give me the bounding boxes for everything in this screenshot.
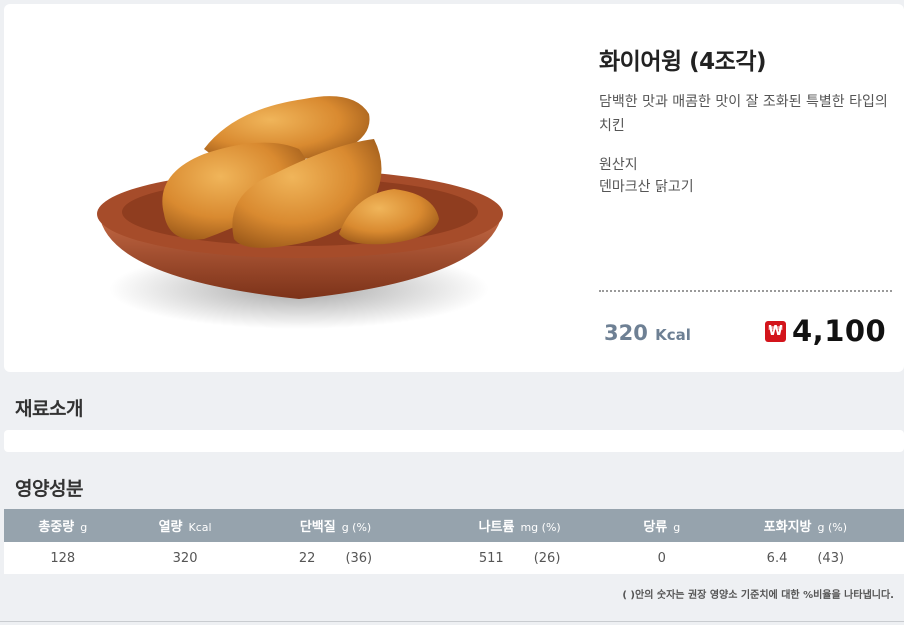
price-value: 4,100	[792, 314, 887, 348]
dotted-divider	[599, 290, 892, 292]
product-card: 화이어윙 (4조각) 담백한 맛과 매콤한 맛이 잘 조화된 특별한 타입의 치…	[4, 4, 904, 372]
kcal-unit: Kcal	[655, 326, 691, 344]
nutrition-value-row: 128 320 22 (36) 511 (26) 0 6.4 (43)	[4, 542, 904, 574]
header-sodium: 나트륨 mg (%)	[478, 520, 561, 535]
nutrition-title: 영양성분	[15, 478, 83, 500]
value-weight: 128	[50, 550, 76, 566]
bottom-divider	[0, 621, 904, 622]
header-weight: 총중량 g	[38, 520, 88, 535]
product-image	[97, 96, 503, 329]
value-sodium: 511 (26)	[478, 550, 561, 566]
origin-value: 덴마크산 닭고기	[599, 179, 694, 195]
nutrition-header-row: 총중량 g 열량 Kcal 단백질 g (%) 나트륨 mg (%) 당류 g 포화지방 g…	[4, 509, 904, 542]
won-icon: ₩	[765, 320, 786, 342]
header-calories: 열량 Kcal	[158, 520, 212, 535]
value-sugar: 0	[657, 550, 666, 566]
value-saturated-fat: 6.4 (43)	[766, 550, 845, 566]
price: ₩ 4,100	[765, 314, 886, 348]
nutrition-footnote: ( )안의 숫자는 권장 영양소 기준치에 대한 %비율을 나타냅니다.	[622, 590, 894, 601]
ingredients-title: 재료소개	[15, 398, 83, 420]
value-calories: 320	[172, 550, 198, 566]
product-title: 화이어윙 (4조각)	[599, 49, 767, 75]
header-sugar: 당류 g	[643, 520, 681, 535]
header-protein: 단백질 g (%)	[299, 520, 372, 535]
product-description: 담백한 맛과 매콤한 맛이 잘 조화된 특별한 타입의 치킨	[599, 94, 888, 134]
header-saturated-fat: 포화지방 g (%)	[763, 520, 848, 535]
value-protein: 22 (36)	[298, 550, 373, 566]
kcal-value: 320	[604, 321, 648, 345]
origin-label: 원산지	[599, 157, 638, 173]
nutrition-table: 총중량 g 열량 Kcal 단백질 g (%) 나트륨 mg (%) 당류 g 포화지방 g…	[4, 509, 904, 574]
calories: 320 Kcal	[604, 321, 691, 345]
ingredients-box	[4, 430, 904, 452]
